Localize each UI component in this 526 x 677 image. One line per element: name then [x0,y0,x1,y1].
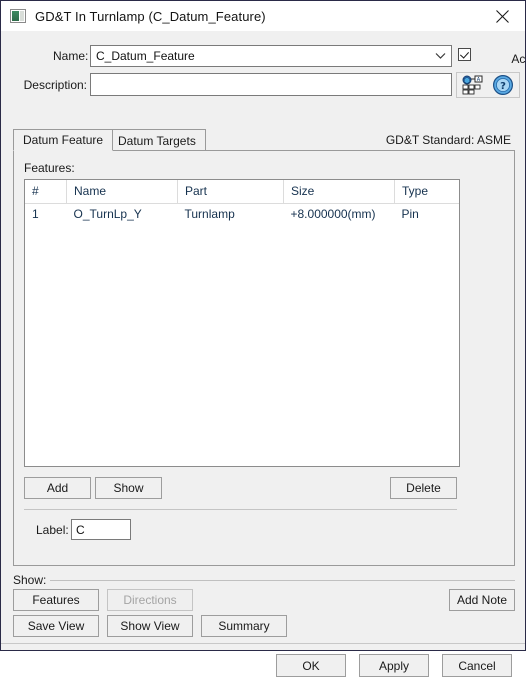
description-input[interactable] [90,73,452,96]
show-view-button[interactable]: Show View [107,615,193,637]
description-row: Description: A ? [1,72,526,98]
help-question-icon[interactable]: ? [489,73,517,97]
cell-num: 1 [32,207,39,221]
svg-text:?: ? [500,81,506,92]
table-row[interactable]: 1 O_TurnLp_Y Turnlamp +8.000000(mm) Pin [25,204,459,225]
features-table-head: # Name Part Size Type [25,180,459,204]
tab-datum-targets-label: Datum Targets [118,133,196,148]
gdt-dialog: GD&T In Turnlamp (C_Datum_Feature) Name:… [0,0,526,677]
active-checkbox[interactable]: Active [458,48,526,66]
active-label: Active [511,52,526,66]
show-button[interactable]: Show [95,477,162,499]
chevron-down-glyph [435,53,445,59]
features-button[interactable]: Features [13,589,99,611]
tab-datum-feature[interactable]: Datum Feature [13,129,114,151]
panel-divider [24,509,457,510]
checkbox-check-icon [458,48,471,61]
label-field-label: Label: [36,523,69,537]
chevron-down-icon[interactable] [429,46,451,66]
title-bar: GD&T In Turnlamp (C_Datum_Feature) [1,1,525,31]
name-label: Name: [53,49,89,63]
add-button[interactable]: Add [24,477,91,499]
features-table-body: 1 O_TurnLp_Y Turnlamp +8.000000(mm) Pin [25,204,459,225]
dialog-body: Name: C_Datum_Feature Active Description… [1,31,526,677]
cell-type: Pin [401,207,419,221]
tab-datum-targets[interactable]: Datum Targets [108,129,206,151]
gdt-annotation-glyph: A [462,75,483,95]
column-header-name[interactable]: Name [66,180,178,204]
features-table: # Name Part Size Type 1 O_TurnLp_Y Turnl… [25,180,459,224]
features-listbox[interactable]: # Name Part Size Type 1 O_TurnLp_Y Turnl… [24,179,460,467]
show-group-label: Show: [13,573,51,587]
footer-divider [1,643,525,644]
cell-name: O_TurnLp_Y [73,207,142,221]
delete-button[interactable]: Delete [390,477,457,499]
description-label: Description: [23,78,87,92]
name-combobox-value: C_Datum_Feature [96,49,195,63]
summary-button[interactable]: Summary [201,615,287,637]
table-header-row: # Name Part Size Type [25,180,459,204]
ok-button[interactable]: OK [276,654,346,677]
features-section-label: Features: [24,161,75,175]
directions-button: Directions [107,589,193,611]
column-header-size[interactable]: Size [283,180,395,204]
label-input[interactable] [71,519,131,540]
datum-feature-panel: Features: # Name Part Size Type 1 O_Turn… [13,150,515,566]
apply-button[interactable]: Apply [359,654,429,677]
window-title: GD&T In Turnlamp (C_Datum_Feature) [35,8,266,24]
gdt-standard-text: GD&T Standard: ASME [385,133,511,147]
column-header-part[interactable]: Part [177,180,284,204]
window-gradient-icon [10,9,26,23]
name-combobox[interactable]: C_Datum_Feature [90,45,452,67]
cancel-button[interactable]: Cancel [442,654,512,677]
add-note-button[interactable]: Add Note [449,589,515,611]
save-view-button[interactable]: Save View [13,615,99,637]
label-row: Label: [14,519,514,541]
help-question-glyph: ? [493,75,513,95]
cell-part: Turnlamp [184,207,235,221]
cell-size: +8.000000(mm) [290,207,376,221]
svg-text:A: A [477,77,481,83]
column-header-num[interactable]: # [25,180,67,204]
tab-strip: Datum Feature Datum Targets GD&T Standar… [13,129,515,151]
description-icon-toolbar: A ? [456,72,520,98]
close-icon [495,9,509,23]
tab-datum-feature-label: Datum Feature [23,133,104,147]
name-row: Name: C_Datum_Feature Active [1,45,526,67]
gdt-annotation-icon[interactable]: A [459,73,487,97]
close-button[interactable] [479,1,525,31]
column-header-type[interactable]: Type [394,180,459,204]
show-group-divider [49,580,515,581]
